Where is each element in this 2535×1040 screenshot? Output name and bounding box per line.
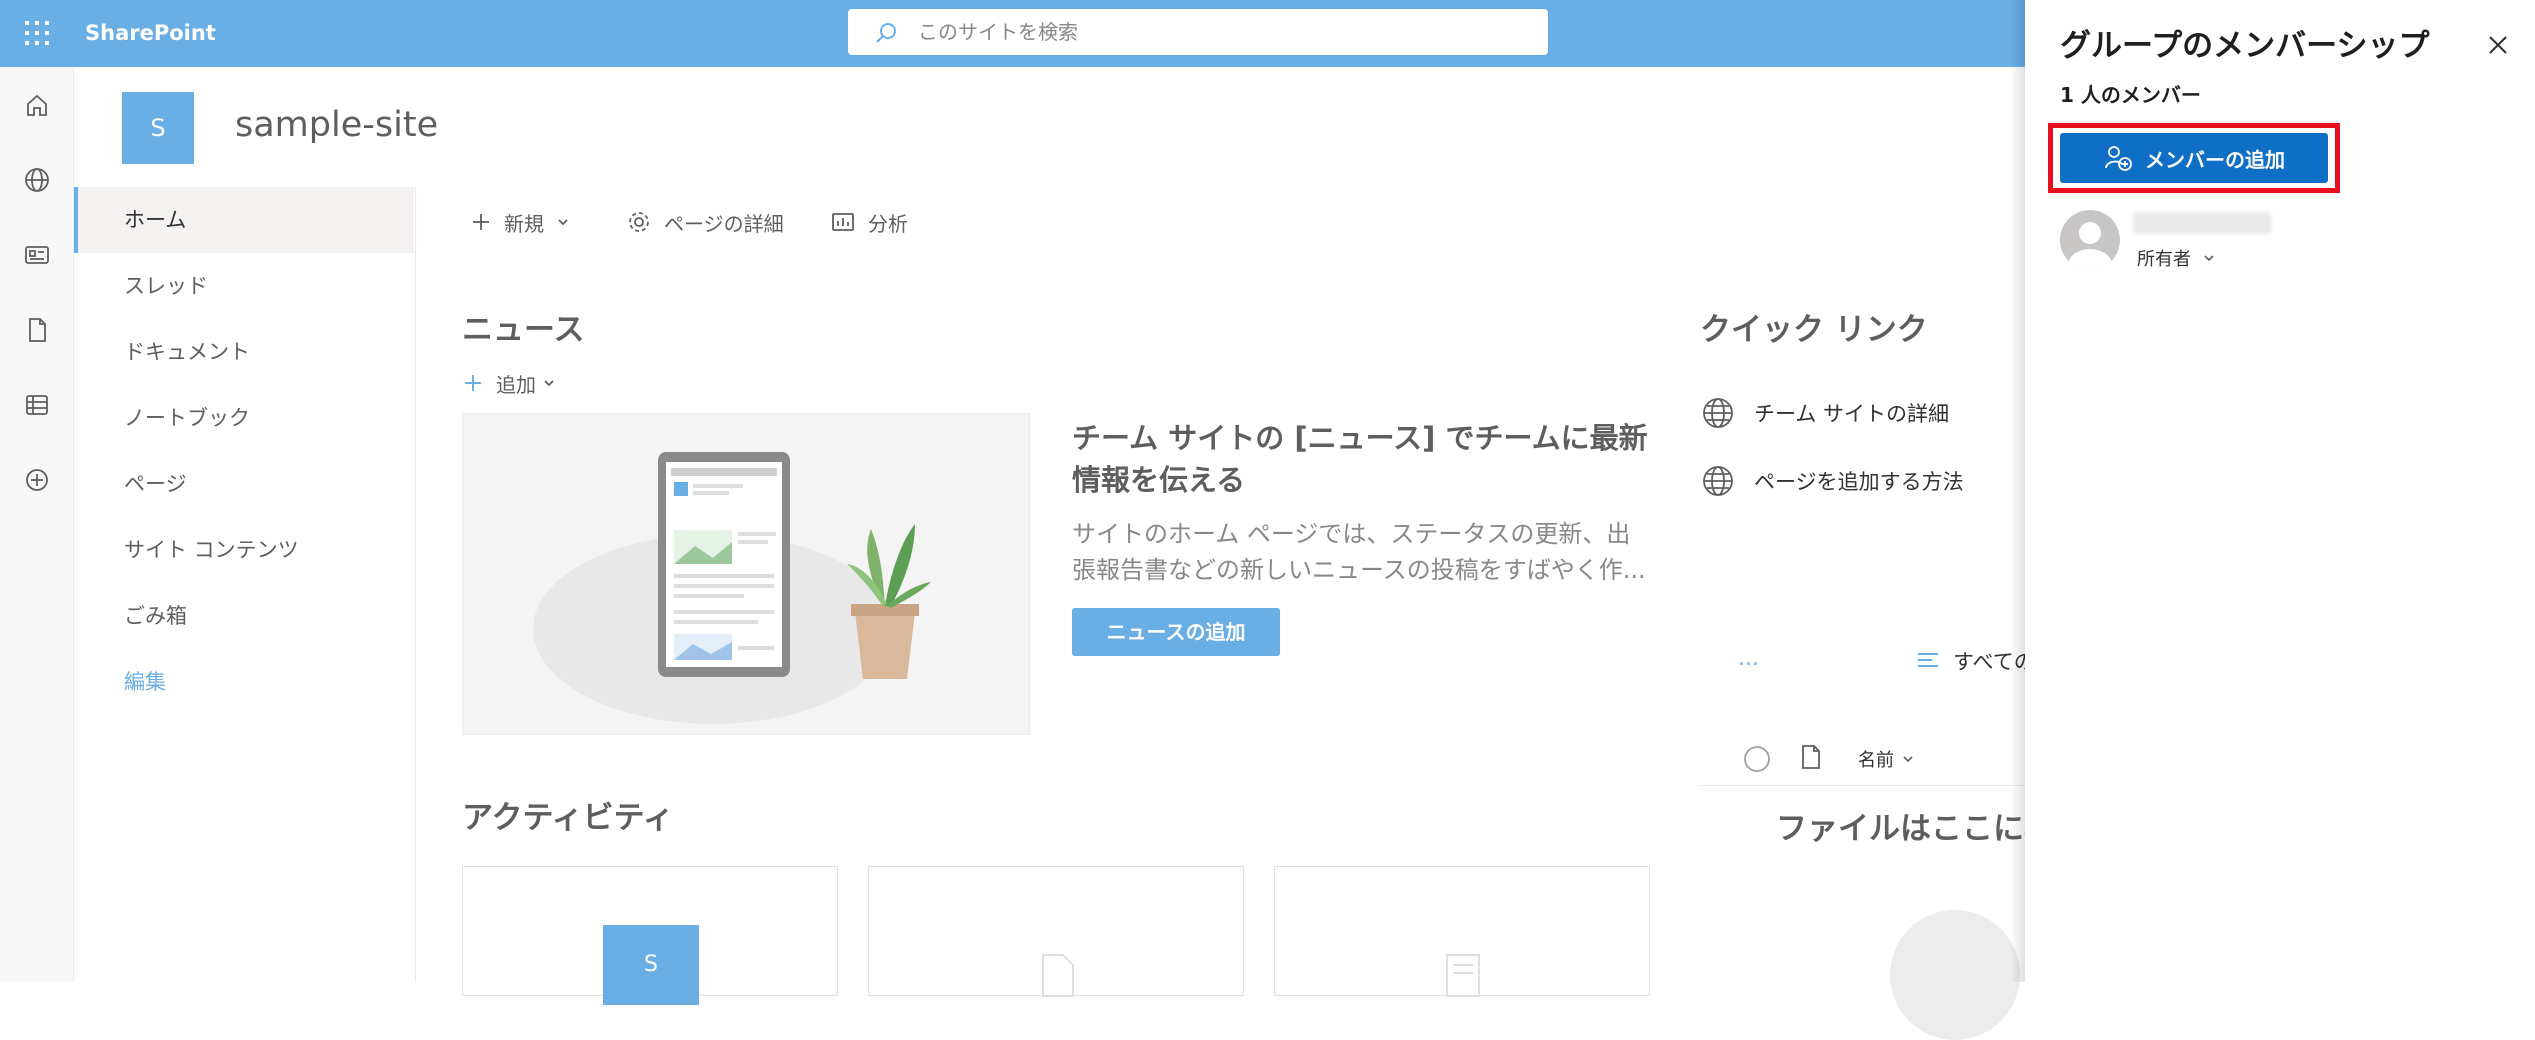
news-illustration: [462, 413, 1030, 735]
file-icon: [1042, 954, 1074, 997]
add-people-icon: [2105, 146, 2132, 171]
globe-icon[interactable]: [19, 162, 55, 198]
name-column-label: 名前: [1858, 750, 1894, 771]
nav-item-threads[interactable]: スレッド: [74, 253, 414, 319]
chevron-down-icon: [1903, 756, 1913, 763]
activity-section-title: アクティビティ: [462, 800, 674, 836]
home-icon[interactable]: [19, 87, 55, 123]
panel-title: グループのメンバーシップ: [2060, 28, 2430, 64]
nav-edit-link[interactable]: 編集: [74, 649, 414, 715]
list-view-icon: [1918, 653, 1938, 667]
left-navigation: ホーム スレッド ドキュメント ノートブック ページ サイト コンテンツ ごみ箱…: [74, 187, 416, 982]
search-icon: [874, 21, 898, 45]
add-member-label: メンバーの追加: [2145, 147, 2285, 172]
news-add-button[interactable]: 追加: [462, 366, 558, 400]
app-launcher-icon[interactable]: [20, 16, 54, 50]
site-title[interactable]: sample-site: [235, 100, 438, 150]
site-logo[interactable]: S: [122, 92, 194, 164]
quick-link-label: チーム サイトの詳細: [1754, 402, 1950, 426]
create-icon[interactable]: [19, 462, 55, 498]
plus-icon: [473, 214, 489, 230]
app-bar: [0, 67, 74, 982]
list-icon[interactable]: [19, 387, 55, 423]
nav-item-recycle-bin[interactable]: ごみ箱: [74, 583, 414, 649]
nav-item-pages[interactable]: ページ: [74, 451, 414, 517]
quick-link-item[interactable]: チーム サイトの詳細: [1700, 395, 1949, 431]
file-icon[interactable]: [19, 312, 55, 348]
activity-card[interactable]: [868, 866, 1244, 997]
quick-link-label: ページを追加する方法: [1754, 470, 1964, 494]
analytics-label: 分析: [868, 211, 908, 236]
news-description: サイトのホーム ページでは、ステータスの更新、出張報告書などの新しいニュースの投…: [1072, 520, 1646, 584]
group-membership-panel: グループのメンバーシップ 1 人のメンバー メンバーの追加 所有者: [2025, 0, 2535, 982]
new-button-label: 新規: [504, 211, 544, 236]
activity-card[interactable]: S: [462, 866, 838, 1005]
activity-card-logo: S: [603, 925, 699, 1005]
documents-header: 名前: [1700, 736, 2025, 786]
member-role-label: 所有者: [2137, 249, 2191, 270]
close-icon[interactable]: [2483, 30, 2513, 60]
page-details-button[interactable]: ページの詳細: [626, 204, 784, 240]
search-box[interactable]: このサイトを検索: [848, 9, 1548, 55]
news-add-label: 追加: [496, 372, 536, 397]
gear-icon: [629, 212, 649, 232]
analytics-button[interactable]: 分析: [830, 204, 908, 240]
select-all-checkbox[interactable]: [1742, 744, 1772, 774]
member-count: 1 人のメンバー: [2060, 83, 2201, 107]
quick-link-item[interactable]: ページを追加する方法: [1700, 463, 1964, 499]
nav-item-home[interactable]: ホーム: [74, 187, 414, 253]
plus-icon: [465, 375, 481, 391]
member-role-dropdown[interactable]: 所有者: [2137, 245, 2217, 271]
quick-links-title: クイック リンク: [1700, 312, 1928, 348]
member-name-redacted: [2133, 212, 2271, 234]
nav-item-notebook[interactable]: ノートブック: [74, 385, 414, 451]
chevron-down-icon: [2204, 255, 2214, 262]
activity-card[interactable]: [1274, 866, 1650, 997]
name-column-header[interactable]: 名前: [1858, 746, 1916, 772]
globe-icon: [1703, 398, 1733, 428]
add-member-button[interactable]: メンバーの追加: [2060, 133, 2328, 183]
file-type-icon: [1802, 745, 1820, 769]
nav-item-site-contents[interactable]: サイト コンテンツ: [74, 517, 414, 583]
chevron-down-icon: [558, 219, 568, 226]
app-name[interactable]: SharePoint: [85, 18, 216, 48]
nav-item-documents[interactable]: ドキュメント: [74, 319, 414, 385]
new-button[interactable]: 新規: [470, 204, 584, 240]
more-options-button[interactable]: ...: [1738, 646, 1759, 671]
page-details-label: ページの詳細: [664, 211, 784, 236]
panel-shadow: [2010, 0, 2025, 982]
add-news-button[interactable]: ニュースの追加: [1072, 608, 1280, 656]
chevron-down-icon: [544, 380, 554, 387]
member-avatar: [2060, 210, 2120, 270]
empty-state-illustration: [1890, 910, 2020, 1040]
search-placeholder: このサイトを検索: [918, 20, 1078, 44]
news-heading[interactable]: チーム サイトの [ニュース] でチームに最新情報を伝える: [1072, 417, 1652, 501]
analytics-icon: [832, 213, 854, 231]
news-icon[interactable]: [19, 237, 55, 273]
page-icon: [1446, 954, 1480, 997]
globe-icon: [1703, 466, 1733, 496]
news-section-title: ニュース: [462, 312, 585, 348]
